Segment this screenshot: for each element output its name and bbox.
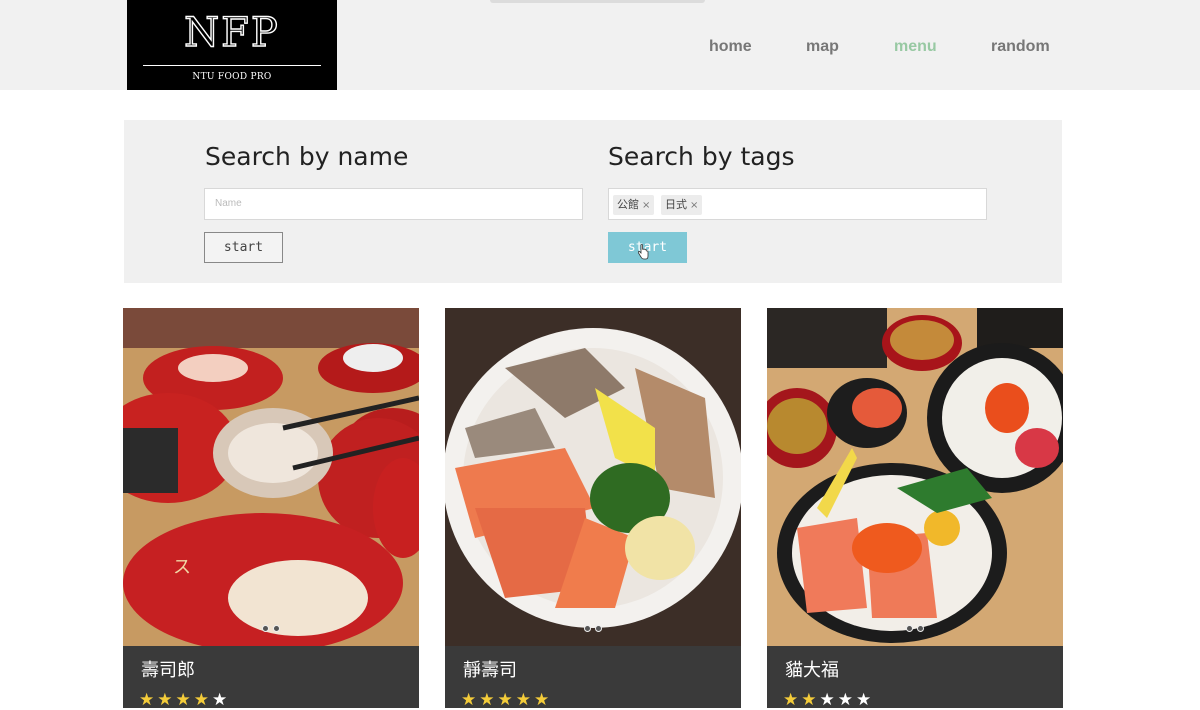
- star-empty-icon: ★: [856, 690, 875, 710]
- star-filled-icon: ★: [801, 690, 820, 710]
- nav-home[interactable]: home: [709, 38, 752, 56]
- star-filled-icon: ★: [497, 690, 516, 710]
- carousel-dots: [123, 617, 419, 636]
- tag-remove-icon[interactable]: ×: [690, 200, 698, 211]
- star-empty-icon: ★: [819, 690, 838, 710]
- tag-remove-icon[interactable]: ×: [642, 200, 650, 211]
- restaurant-name[interactable]: 靜壽司: [463, 656, 517, 682]
- star-filled-icon: ★: [534, 690, 553, 710]
- sashimi-photo-image: [445, 308, 741, 646]
- nav-menu[interactable]: menu: [894, 38, 937, 56]
- star-empty-icon: ★: [837, 690, 856, 710]
- sushi-photo-image: ス: [123, 308, 419, 646]
- name-input-placeholder: Name: [215, 198, 242, 209]
- tag-label: 公館: [617, 198, 639, 211]
- rating-stars: ★★★★★: [139, 690, 230, 710]
- carousel-dot[interactable]: [917, 625, 924, 632]
- nav-random[interactable]: random: [991, 38, 1050, 56]
- card-footer: 壽司郎 ★★★★★: [123, 646, 419, 710]
- card-photo-chirashi[interactable]: [767, 308, 1063, 646]
- star-filled-icon: ★: [783, 690, 802, 710]
- hand-cursor-icon: [637, 244, 649, 260]
- tag-label: 日式: [665, 198, 687, 211]
- name-search-input[interactable]: Name: [204, 188, 583, 220]
- card-footer: 貓大福 ★★★★★: [767, 646, 1063, 710]
- star-filled-icon: ★: [515, 690, 534, 710]
- logo-mark: NFP: [183, 9, 280, 56]
- name-search-start-button[interactable]: start: [204, 232, 283, 263]
- carousel-dot[interactable]: [273, 625, 280, 632]
- card-photo-sushi[interactable]: ス: [123, 308, 419, 646]
- logo-subtitle: NTU FOOD PRO: [192, 72, 272, 82]
- star-filled-icon: ★: [175, 690, 194, 710]
- restaurant-name[interactable]: 貓大福: [785, 656, 839, 682]
- site-header: NFP NTU FOOD PRO home map menu random: [0, 0, 1200, 90]
- star-filled-icon: ★: [479, 690, 498, 710]
- carousel-dots: [767, 617, 1063, 636]
- star-filled-icon: ★: [157, 690, 176, 710]
- restaurant-card[interactable]: 貓大福 ★★★★★: [767, 308, 1063, 710]
- site-logo[interactable]: NFP NTU FOOD PRO: [127, 0, 337, 90]
- card-footer: 靜壽司 ★★★★★: [445, 646, 741, 710]
- card-photo-sashimi[interactable]: [445, 308, 741, 646]
- chirashi-photo-image: [767, 308, 1063, 646]
- carousel-dot[interactable]: [584, 625, 591, 632]
- star-empty-icon: ★: [212, 690, 231, 710]
- carousel-dots: [445, 617, 741, 636]
- rating-stars: ★★★★★: [783, 690, 874, 710]
- top-tab-shadow: [490, 0, 705, 3]
- tag-chip: 公館 ×: [613, 195, 655, 215]
- search-by-name-title: Search by name: [205, 142, 409, 171]
- carousel-dot[interactable]: [906, 625, 913, 632]
- tag-search-start-button[interactable]: start: [608, 232, 687, 263]
- restaurant-card[interactable]: 靜壽司 ★★★★★: [445, 308, 741, 710]
- tag-chip: 日式 ×: [661, 195, 703, 215]
- carousel-dot[interactable]: [262, 625, 269, 632]
- tag-search-input[interactable]: 公館 × 日式 ×: [608, 188, 987, 220]
- search-by-tags-title: Search by tags: [608, 142, 795, 171]
- star-filled-icon: ★: [461, 690, 480, 710]
- restaurant-card[interactable]: ス 壽司郎 ★★★★★: [123, 308, 419, 710]
- search-panel: Search by name Name start Search by tags…: [124, 120, 1062, 283]
- restaurant-name[interactable]: 壽司郎: [141, 656, 195, 682]
- star-filled-icon: ★: [193, 690, 212, 710]
- nav-map[interactable]: map: [806, 38, 839, 56]
- carousel-dot[interactable]: [595, 625, 602, 632]
- logo-divider: [143, 65, 321, 66]
- svg-text:ス: ス: [173, 557, 191, 578]
- rating-stars: ★★★★★: [461, 690, 552, 710]
- star-filled-icon: ★: [139, 690, 158, 710]
